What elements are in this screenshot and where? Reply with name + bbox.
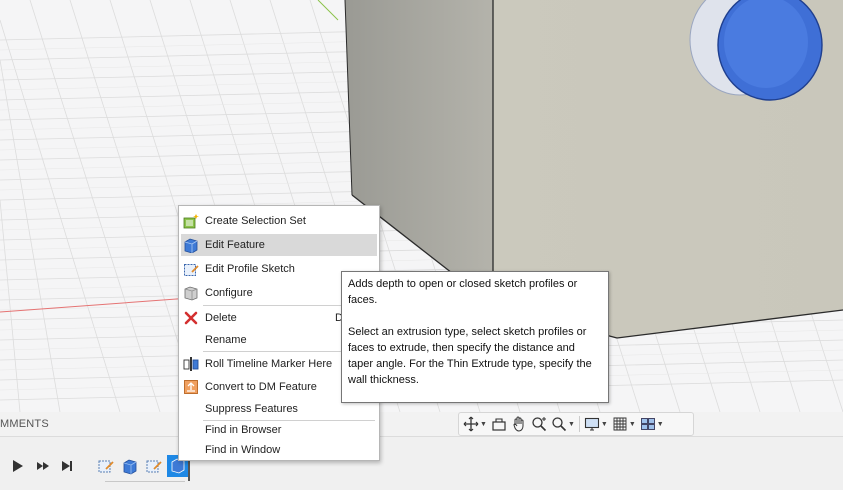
configure-icon [184, 286, 198, 301]
feature-tooltip: Adds depth to open or closed sketch prof… [341, 271, 609, 403]
display-settings-icon [584, 417, 599, 431]
sketch-feature-icon[interactable] [145, 457, 163, 475]
menu-item-edit-feature[interactable]: Edit Feature [181, 234, 377, 256]
comments-label: MMENTS [0, 418, 49, 430]
grid-icon [613, 417, 627, 431]
menu-item-find-in-window[interactable]: Find in Window [181, 439, 377, 461]
viewports-icon [640, 418, 655, 430]
menu-item-create-selection-set[interactable]: Create Selection Set [181, 210, 377, 232]
extrude-feature-icon [184, 238, 198, 253]
comments-panel[interactable]: MMENTS [0, 412, 843, 436]
tooltip-summary: Adds depth to open or closed sketch prof… [348, 278, 578, 306]
viewports-caret-icon[interactable]: ▼ [657, 421, 664, 428]
step-forward-icon[interactable] [36, 459, 50, 473]
selection-set-icon [183, 214, 199, 229]
go-to-end-icon[interactable] [60, 459, 74, 473]
zoom-button[interactable] [531, 414, 547, 434]
look-at-button[interactable] [491, 414, 507, 434]
grid-settings-button[interactable]: ▼ [612, 414, 636, 434]
grid-caret-icon[interactable]: ▼ [629, 421, 636, 428]
tooltip-detail: Select an extrusion type, select sketch … [348, 326, 592, 386]
orbit-icon [463, 416, 479, 432]
display-settings-caret-icon[interactable]: ▼ [601, 421, 608, 428]
convert-dm-icon [184, 380, 198, 394]
extrude-feature-icon[interactable] [121, 457, 139, 475]
navigation-toolbar: ▼ ▼ ▼ ▼ ▼ [458, 412, 694, 436]
orbit-caret-icon[interactable]: ▼ [480, 421, 487, 428]
menu-item-find-in-browser[interactable]: Find in Browser [181, 419, 377, 441]
look-at-icon [492, 418, 506, 431]
timeline [0, 436, 843, 490]
timeline-track [105, 481, 185, 482]
delete-icon [184, 311, 198, 325]
fit-icon [552, 417, 567, 432]
display-settings-button[interactable]: ▼ [584, 414, 608, 434]
toolbar-divider [578, 416, 580, 432]
pan-icon [513, 416, 524, 432]
profile-sketch-icon [184, 264, 199, 276]
orbit-button[interactable]: ▼ [463, 414, 487, 434]
sketch-feature-icon[interactable] [97, 457, 115, 475]
fit-button[interactable]: ▼ [551, 414, 575, 434]
fit-caret-icon[interactable]: ▼ [568, 421, 575, 428]
viewports-button[interactable]: ▼ [640, 414, 664, 434]
timeline-marker-icon [183, 357, 199, 371]
pan-button[interactable] [511, 414, 527, 434]
play-icon[interactable] [11, 459, 25, 473]
zoom-icon [532, 417, 547, 432]
